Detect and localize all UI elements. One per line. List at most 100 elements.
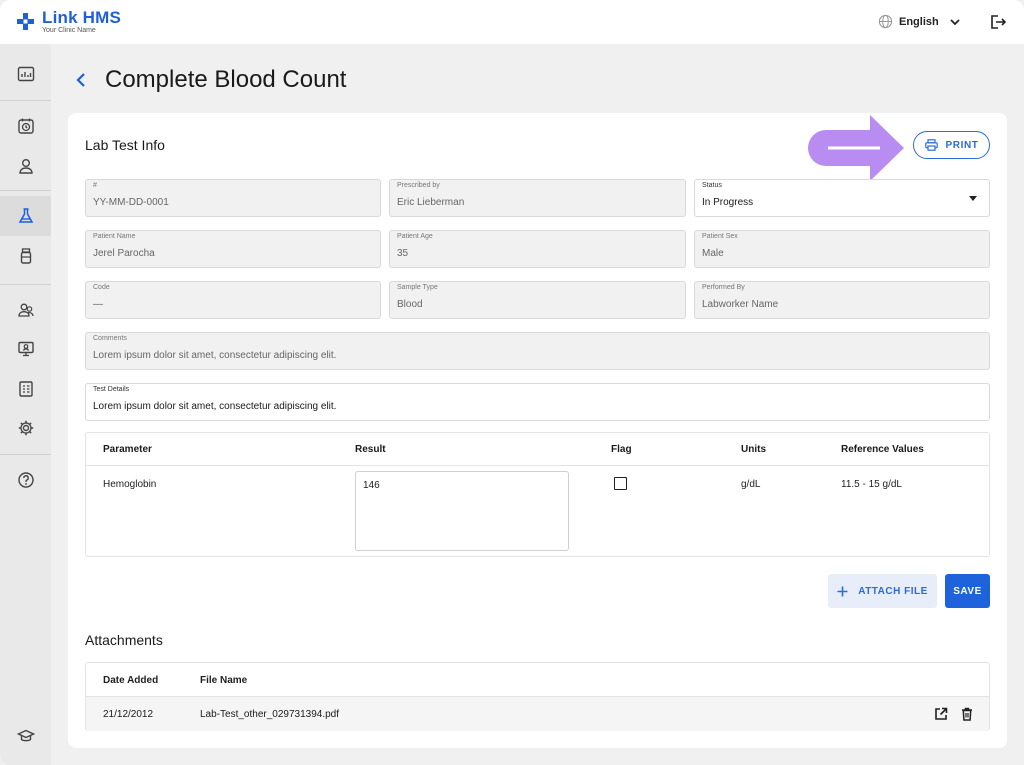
clock-calendar-icon bbox=[17, 118, 34, 134]
code-value: — bbox=[93, 299, 103, 310]
attachments-header-row: Date Added File Name bbox=[86, 663, 989, 697]
globe-icon bbox=[878, 14, 893, 29]
language-selector[interactable]: English bbox=[878, 14, 961, 29]
results-header-row: Parameter Result Flag Units Reference Va… bbox=[86, 433, 989, 466]
save-button[interactable]: SAVE bbox=[945, 574, 990, 608]
flag-checkbox[interactable] bbox=[614, 477, 627, 490]
print-label: PRINT bbox=[945, 139, 979, 151]
lab-test-info-title: Lab Test Info bbox=[85, 137, 165, 153]
status-value: In Progress bbox=[702, 197, 754, 208]
header-date-added: Date Added bbox=[103, 675, 159, 686]
logout-icon[interactable] bbox=[989, 13, 1007, 31]
help-icon bbox=[17, 472, 34, 488]
sidebar-item-appointments[interactable] bbox=[0, 106, 51, 146]
bottle-icon bbox=[20, 248, 31, 264]
code-field[interactable]: Code — bbox=[85, 281, 381, 319]
sidebar-item-medications[interactable] bbox=[0, 236, 51, 276]
header-result: Result bbox=[355, 444, 386, 455]
comments-field[interactable]: Comments Lorem ipsum dolor sit amet, con… bbox=[85, 332, 990, 370]
patient-name-value: Jerel Parocha bbox=[93, 248, 155, 259]
header-reference-values: Reference Values bbox=[841, 444, 924, 455]
attach-file-button[interactable]: ATTACH FILE bbox=[828, 574, 937, 608]
performed-by-field[interactable]: Performed By Labworker Name bbox=[694, 281, 990, 319]
performed-by-value: Labworker Name bbox=[702, 299, 779, 310]
header-flag: Flag bbox=[611, 444, 632, 455]
date-added-cell: 21/12/2012 bbox=[103, 709, 154, 720]
prescribed-by-label: Prescribed by bbox=[397, 182, 440, 189]
prescribed-by-field[interactable]: Prescribed by Eric Lieberman bbox=[389, 179, 686, 217]
units-cell: g/dL bbox=[741, 479, 761, 490]
flask-icon bbox=[18, 208, 33, 223]
sidebar-item-monitor[interactable] bbox=[0, 329, 51, 369]
logo-subtitle: Your Clinic Name bbox=[42, 27, 96, 34]
users-icon bbox=[17, 303, 34, 317]
plus-icon bbox=[837, 586, 848, 596]
printer-icon bbox=[924, 139, 938, 151]
test-details-field[interactable]: Test Details Lorem ipsum dolor sit amet,… bbox=[85, 383, 990, 421]
caret-down-icon bbox=[969, 196, 977, 201]
patient-sex-field[interactable]: Patient Sex Male bbox=[694, 230, 990, 268]
monitor-icon bbox=[17, 341, 34, 357]
logo-cross-icon bbox=[17, 13, 34, 30]
result-value: 146 bbox=[363, 480, 380, 491]
comments-label: Comments bbox=[93, 335, 127, 342]
attachments-table: Date Added File Name 21/12/2012 Lab-Test… bbox=[85, 662, 990, 731]
sidebar-item-dashboard[interactable] bbox=[0, 54, 51, 94]
open-external-icon[interactable] bbox=[934, 707, 948, 721]
back-arrow-icon[interactable] bbox=[72, 70, 90, 90]
attach-file-label: ATTACH FILE bbox=[858, 585, 928, 597]
status-label: Status bbox=[702, 182, 722, 189]
gear-icon bbox=[18, 420, 33, 436]
sidebar-item-staff[interactable] bbox=[0, 290, 51, 330]
person-icon bbox=[18, 159, 33, 174]
number-label: # bbox=[93, 182, 97, 189]
sidebar-item-settings[interactable] bbox=[0, 408, 51, 448]
lab-test-card: Lab Test Info PRINT # YY-MM-DD-0001 Pres… bbox=[68, 113, 1007, 748]
arrow-pointer-icon bbox=[808, 115, 904, 181]
number-value: YY-MM-DD-0001 bbox=[93, 197, 169, 208]
sidebar-item-help[interactable] bbox=[0, 460, 51, 500]
reference-cell: 11.5 - 15 g/dL bbox=[841, 479, 902, 490]
sidebar-item-reports[interactable] bbox=[0, 369, 51, 409]
sample-type-field[interactable]: Sample Type Blood bbox=[389, 281, 686, 319]
patient-age-field[interactable]: Patient Age 35 bbox=[389, 230, 686, 268]
header-parameter: Parameter bbox=[103, 444, 152, 455]
prescribed-by-value: Eric Lieberman bbox=[397, 197, 465, 208]
graduation-cap-icon bbox=[16, 729, 35, 742]
parameter-cell: Hemoglobin bbox=[103, 479, 157, 490]
results-table: Parameter Result Flag Units Reference Va… bbox=[85, 432, 990, 557]
test-details-value: Lorem ipsum dolor sit amet, consectetur … bbox=[93, 401, 337, 412]
status-select[interactable]: Status In Progress bbox=[694, 179, 990, 217]
chevron-down-icon bbox=[950, 18, 960, 25]
chart-icon bbox=[17, 66, 34, 82]
top-bar: Link HMS Your Clinic Name English bbox=[0, 0, 1024, 44]
patient-sex-label: Patient Sex bbox=[702, 233, 738, 240]
page-title: Complete Blood Count bbox=[105, 66, 347, 93]
performed-by-label: Performed By bbox=[702, 284, 745, 291]
save-label: SAVE bbox=[953, 585, 982, 597]
trash-icon[interactable] bbox=[961, 707, 973, 721]
test-details-label: Test Details bbox=[93, 386, 130, 393]
document-icon bbox=[18, 381, 33, 397]
file-name-cell[interactable]: Lab-Test_other_029731394.pdf bbox=[200, 709, 339, 720]
patient-age-label: Patient Age bbox=[397, 233, 433, 240]
sidebar-item-patients[interactable] bbox=[0, 146, 51, 186]
header-file-name: File Name bbox=[200, 675, 248, 686]
language-label: English bbox=[899, 15, 939, 28]
sidebar bbox=[0, 44, 51, 765]
app-logo[interactable]: Link HMS Your Clinic Name bbox=[16, 9, 121, 34]
patient-name-label: Patient Name bbox=[93, 233, 136, 240]
code-label: Code bbox=[93, 284, 110, 291]
comments-value: Lorem ipsum dolor sit amet, consectetur … bbox=[93, 350, 337, 361]
attachments-title: Attachments bbox=[85, 632, 163, 648]
number-field[interactable]: # YY-MM-DD-0001 bbox=[85, 179, 381, 217]
patient-sex-value: Male bbox=[702, 248, 724, 259]
patient-age-value: 35 bbox=[397, 248, 409, 259]
sidebar-item-learning[interactable] bbox=[0, 716, 51, 756]
sample-type-value: Blood bbox=[397, 299, 423, 310]
sidebar-item-labs[interactable] bbox=[0, 196, 51, 236]
table-row: 21/12/2012 Lab-Test_other_029731394.pdf bbox=[86, 697, 989, 731]
print-button[interactable]: PRINT bbox=[913, 131, 990, 159]
result-input[interactable]: 146 bbox=[355, 471, 569, 551]
patient-name-field[interactable]: Patient Name Jerel Parocha bbox=[85, 230, 381, 268]
